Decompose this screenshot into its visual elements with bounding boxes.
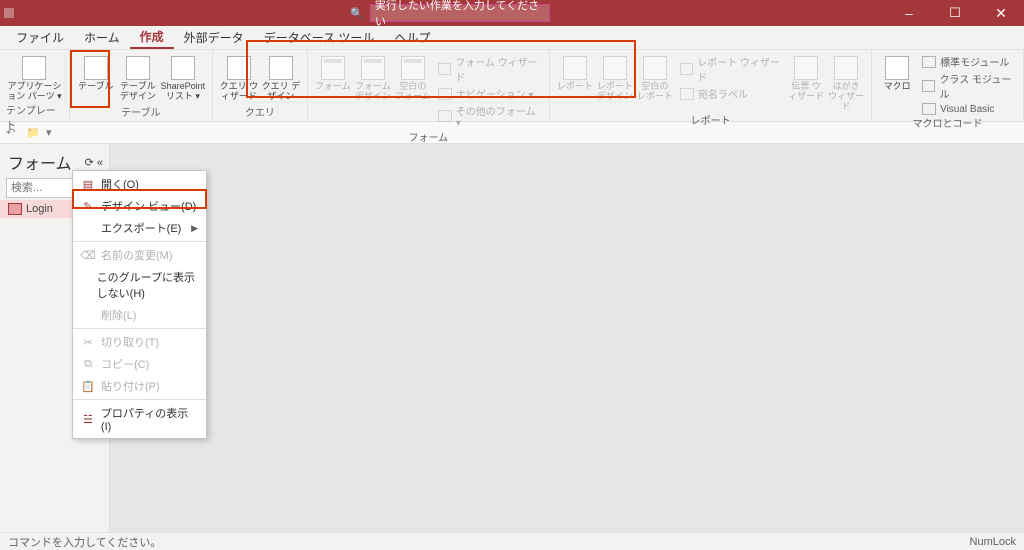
macro-button[interactable]: マクロ (878, 54, 916, 115)
tab-create[interactable]: 作成 (130, 26, 174, 49)
slip-wizard-button: 伝票 ウィザード (787, 54, 825, 112)
group-tables: テーブル テーブル デザイン SharePoint リスト ▾ テーブル (70, 50, 213, 121)
tell-me-search[interactable]: 実行したい作業を入力してください (370, 4, 550, 22)
form-icon (8, 203, 22, 215)
report-design-button: レポート デザイン (596, 54, 634, 112)
visual-basic-button[interactable]: Visual Basic (922, 103, 1017, 115)
sharepoint-lists-button[interactable]: SharePoint リスト ▾ (160, 54, 206, 104)
status-left: コマンドを入力してください。 (8, 534, 161, 550)
open-folder-icon[interactable]: 📁 (26, 126, 40, 140)
group-queries: クエリ ウィザード クエリ デザイン クエリ (213, 50, 308, 121)
nav-filter-icon[interactable]: ⟳ (85, 157, 94, 169)
design-icon: ✎ (81, 199, 95, 213)
ctx-properties[interactable]: ☱プロパティの表示(I) (73, 402, 206, 436)
tab-database-tools[interactable]: データベース ツール (254, 26, 385, 49)
form-wizard-button: フォーム ウィザード (438, 54, 543, 84)
separator (73, 328, 206, 329)
labels-button: 宛名ラベル (680, 86, 785, 101)
table-button[interactable]: テーブル (76, 54, 116, 104)
group-templates: アプリケーション パーツ ▾ テンプレート (0, 50, 70, 121)
group-label-macros: マクロとコード (913, 115, 983, 132)
ctx-export[interactable]: エクスポート(E)▶ (73, 217, 206, 239)
blank-form-button: 空白の フォーム (394, 54, 432, 129)
close-button[interactable]: ✕ (978, 0, 1024, 26)
form-design-button: フォーム デザイン (354, 54, 392, 129)
cut-icon: ✂ (81, 335, 95, 349)
tab-external-data[interactable]: 外部データ (174, 26, 254, 49)
context-menu: ▤開く(O) ✎デザイン ビュー(D) エクスポート(E)▶ ⌫名前の変更(M)… (72, 170, 207, 439)
status-numlock: NumLock (970, 536, 1016, 548)
search-icon: 🔍 (350, 7, 364, 20)
group-forms: フォーム フォーム デザイン 空白の フォーム フォーム ウィザード ナビゲーシ… (308, 50, 550, 121)
ctx-rename: ⌫名前の変更(M) (73, 244, 206, 266)
copy-icon: ⧉ (81, 357, 95, 371)
ribbon-tabs: ファイル ホーム 作成 外部データ データベース ツール ヘルプ (0, 26, 1024, 50)
postcard-wizard-button: はがき ウィザード (827, 54, 865, 112)
query-design-button[interactable]: クエリ デザイン (261, 54, 301, 104)
title-bar: 🔍 実行したい作業を入力してください – ☐ ✕ (0, 0, 1024, 26)
ctx-copy: ⧉コピー(C) (73, 353, 206, 375)
report-button: レポート (556, 54, 594, 112)
paste-icon: 📋 (81, 379, 95, 393)
undo-icon[interactable]: ↶ (6, 126, 20, 140)
tab-home[interactable]: ホーム (74, 26, 130, 49)
nav-item-label: Login (26, 203, 53, 215)
class-module-button[interactable]: クラス モジュール (922, 71, 1017, 101)
ctx-design-view[interactable]: ✎デザイン ビュー(D) (73, 195, 206, 217)
tab-help[interactable]: ヘルプ (384, 26, 440, 49)
more-forms-button: その他のフォーム ▾ (438, 103, 543, 129)
ctx-open[interactable]: ▤開く(O) (73, 173, 206, 195)
properties-icon: ☱ (81, 412, 95, 426)
separator (73, 241, 206, 242)
blank-report-button: 空白の レポート (636, 54, 674, 112)
navigation-button: ナビゲーション ▾ (438, 86, 543, 101)
form-button: フォーム (314, 54, 352, 129)
nav-title: フォーム (8, 150, 72, 174)
status-bar: コマンドを入力してください。 NumLock (0, 532, 1024, 550)
module-button[interactable]: 標準モジュール (922, 54, 1017, 69)
group-label-tables: テーブル (121, 104, 160, 121)
table-design-button[interactable]: テーブル デザイン (118, 54, 158, 104)
group-macros-code: マクロ 標準モジュール クラス モジュール Visual Basic マクロとコ… (872, 50, 1024, 121)
application-parts-button[interactable]: アプリケーション パーツ ▾ (6, 54, 62, 102)
document-canvas (110, 144, 1024, 532)
separator (73, 399, 206, 400)
maximize-button[interactable]: ☐ (932, 0, 978, 26)
ctx-cut: ✂切り取り(T) (73, 331, 206, 353)
ribbon: アプリケーション パーツ ▾ テンプレート テーブル テーブル デザイン Sha… (0, 50, 1024, 122)
ctx-hide-group[interactable]: このグループに表示しない(H) (73, 266, 206, 304)
qat-more-icon[interactable]: ▾ (46, 126, 60, 140)
group-reports: レポート レポート デザイン 空白の レポート レポート ウィザード 宛名ラベル… (550, 50, 872, 121)
open-icon: ▤ (81, 177, 95, 191)
tab-file[interactable]: ファイル (6, 26, 74, 49)
report-wizard-button: レポート ウィザード (680, 54, 785, 84)
save-icon[interactable] (4, 8, 14, 18)
group-label-queries: クエリ (245, 104, 275, 121)
ctx-delete: 削除(L) (73, 304, 206, 326)
nav-collapse-icon[interactable]: « (97, 157, 103, 169)
query-wizard-button[interactable]: クエリ ウィザード (219, 54, 259, 104)
group-label-reports: レポート (690, 112, 730, 129)
chevron-right-icon: ▶ (191, 223, 198, 234)
minimize-button[interactable]: – (886, 0, 932, 26)
rename-icon: ⌫ (81, 248, 95, 262)
ctx-paste: 📋貼り付け(P) (73, 375, 206, 397)
